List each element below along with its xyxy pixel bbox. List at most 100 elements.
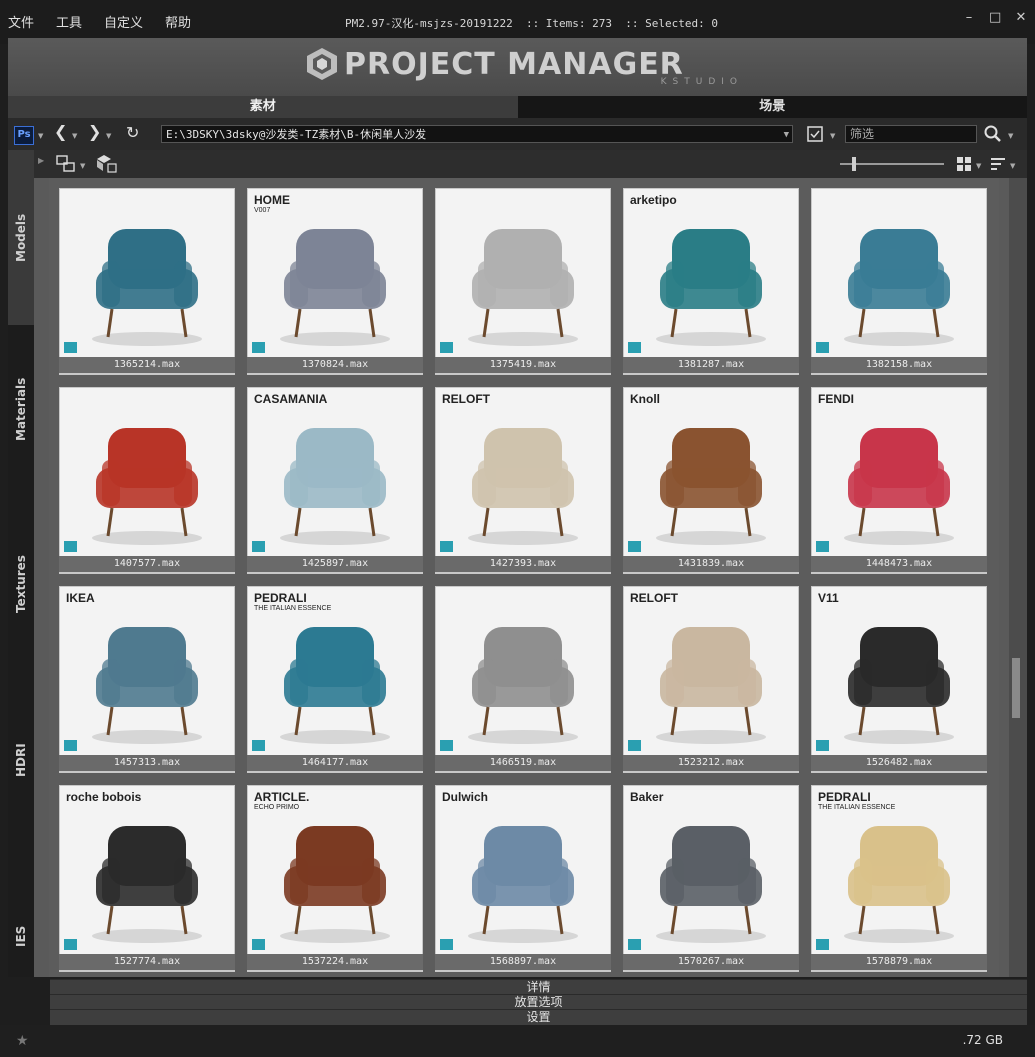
asset-thumbnail[interactable]: RELOFT [436, 388, 610, 556]
asset-card[interactable]: 1375419.max [435, 188, 611, 375]
sync-icon[interactable] [56, 155, 76, 173]
favorites-star-icon[interactable]: ★ [16, 1033, 29, 1049]
asset-card[interactable]: Baker 1570267.max [623, 785, 799, 972]
sidetab-textures[interactable]: Textures [8, 545, 34, 725]
panel-details[interactable]: 详情 [50, 979, 1027, 995]
close-icon[interactable]: ✕ [1015, 11, 1027, 24]
asset-thumbnail[interactable]: HOME V007 [248, 189, 422, 357]
asset-card[interactable]: IKEA 1457313.max [59, 586, 235, 773]
chair-illustration [656, 627, 766, 744]
back-dropdown-icon[interactable]: ▼ [72, 132, 77, 140]
asset-card[interactable]: roche bobois 1527774.max [59, 785, 235, 972]
maximize-icon[interactable]: □ [989, 11, 1001, 24]
photoshop-icon[interactable]: Ps [14, 126, 34, 145]
package-icon[interactable] [96, 154, 118, 174]
asset-thumbnail[interactable] [436, 587, 610, 755]
asset-thumbnail[interactable]: CASAMANIA [248, 388, 422, 556]
thumbnail-brand-label: Knoll [630, 392, 660, 406]
asset-thumbnail[interactable] [60, 189, 234, 357]
asset-card[interactable]: RELOFT 1523212.max [623, 586, 799, 773]
chair-illustration [92, 229, 202, 346]
asset-filename: 1526482.max [811, 755, 987, 771]
refresh-icon[interactable]: ↻ [126, 123, 139, 142]
zoom-slider[interactable] [840, 157, 944, 171]
minimize-icon[interactable]: – [963, 11, 975, 24]
max-file-icon [64, 541, 77, 552]
vertical-scrollbar[interactable] [1009, 178, 1027, 977]
search-icon[interactable] [984, 125, 1002, 143]
asset-thumbnail[interactable] [60, 388, 234, 556]
max-file-icon [64, 740, 77, 751]
asset-thumbnail[interactable]: PEDRALI THE ITALIAN ESSENCE [248, 587, 422, 755]
asset-card[interactable]: 1382158.max [811, 188, 987, 375]
menu-tools[interactable]: 工具 [56, 12, 82, 31]
asset-thumbnail[interactable]: Knoll [624, 388, 798, 556]
asset-thumbnail[interactable]: FENDI [812, 388, 986, 556]
asset-card[interactable]: ARTICLE. ECHO PRIMO 1537224.max [247, 785, 423, 972]
asset-thumbnail[interactable]: RELOFT [624, 587, 798, 755]
panel-settings[interactable]: 设置 [50, 1009, 1027, 1025]
panel-placement-options[interactable]: 放置选项 [50, 994, 1027, 1010]
grid-view-dropdown-icon[interactable]: ▼ [976, 162, 981, 170]
sync-dropdown-icon[interactable]: ▼ [80, 162, 85, 170]
search-dropdown-icon[interactable]: ▼ [1008, 132, 1013, 140]
asset-thumbnail[interactable]: ARTICLE. ECHO PRIMO [248, 786, 422, 954]
asset-filename: 1382158.max [811, 357, 987, 373]
asset-card[interactable]: PEDRALI THE ITALIAN ESSENCE 1464177.max [247, 586, 423, 773]
asset-card[interactable]: PEDRALI THE ITALIAN ESSENCE 1578879.max [811, 785, 987, 972]
scrollbar-thumb[interactable] [1012, 658, 1020, 718]
asset-thumbnail[interactable]: roche bobois [60, 786, 234, 954]
expand-arrow-icon[interactable]: ▶ [38, 156, 44, 165]
path-input[interactable]: E:\3DSKY\3dsky@沙发类-TZ素材\B-休闲单人沙发 ▼ [161, 125, 793, 143]
asset-filename: 1570267.max [623, 954, 799, 970]
asset-thumbnail[interactable]: Baker [624, 786, 798, 954]
asset-card[interactable]: Dulwich 1568897.max [435, 785, 611, 972]
asset-thumbnail[interactable] [436, 189, 610, 357]
asset-card[interactable]: CASAMANIA 1425897.max [247, 387, 423, 574]
max-file-icon [252, 342, 265, 353]
back-icon[interactable]: ❮ [54, 122, 67, 141]
asset-thumbnail[interactable]: PEDRALI THE ITALIAN ESSENCE [812, 786, 986, 954]
ps-dropdown-icon[interactable]: ▼ [38, 132, 43, 140]
sort-icon[interactable] [990, 156, 1006, 172]
tab-scenes[interactable]: 场景 [517, 96, 1027, 118]
asset-thumbnail[interactable]: arketipo [624, 189, 798, 357]
thumbnail-brand-label: V11 [818, 591, 839, 605]
thumbnail-brand-label: Baker [630, 790, 664, 804]
sidetab-ies[interactable]: IES [8, 875, 34, 977]
checklist-icon[interactable] [806, 125, 824, 143]
forward-icon[interactable]: ❯ [88, 122, 101, 141]
asset-card[interactable]: Knoll 1431839.max [623, 387, 799, 574]
sidetab-materials[interactable]: Materials [8, 325, 34, 545]
chair-illustration [468, 229, 578, 346]
asset-card[interactable]: 1466519.max [435, 586, 611, 773]
tab-assets[interactable]: 素材 [8, 96, 518, 118]
asset-card[interactable]: V11 1526482.max [811, 586, 987, 773]
asset-thumbnail[interactable]: V11 [812, 587, 986, 755]
grid-view-icon[interactable] [956, 156, 972, 172]
asset-card[interactable]: 1407577.max [59, 387, 235, 574]
asset-card[interactable]: FENDI 1448473.max [811, 387, 987, 574]
chair-illustration [92, 826, 202, 943]
path-dropdown-icon[interactable]: ▼ [784, 126, 789, 142]
asset-card[interactable]: 1365214.max [59, 188, 235, 375]
asset-thumbnail[interactable]: Dulwich [436, 786, 610, 954]
asset-thumbnail[interactable] [812, 189, 986, 357]
asset-card[interactable]: arketipo 1381287.max [623, 188, 799, 375]
sort-dropdown-icon[interactable]: ▼ [1010, 162, 1015, 170]
forward-dropdown-icon[interactable]: ▼ [106, 132, 111, 140]
filter-input[interactable]: 筛选 [845, 125, 977, 143]
asset-card[interactable]: RELOFT 1427393.max [435, 387, 611, 574]
thumbnail-brand-label: IKEA [66, 591, 95, 605]
menu-help[interactable]: 帮助 [165, 12, 191, 31]
chair-illustration [280, 627, 390, 744]
sidetab-hdri[interactable]: HDRI [8, 725, 34, 875]
checklist-dropdown-icon[interactable]: ▼ [830, 132, 835, 140]
sidetab-models[interactable]: Models [8, 150, 34, 325]
asset-thumbnail[interactable]: IKEA [60, 587, 234, 755]
menu-file[interactable]: 文件 [8, 12, 34, 31]
menu-customize[interactable]: 自定义 [104, 12, 143, 31]
zoom-slider-handle[interactable] [852, 157, 856, 171]
asset-card[interactable]: HOME V007 1370824.max [247, 188, 423, 375]
asset-grid: 1365214.max HOME V007 1370824.max 1375419.ma… [49, 178, 999, 977]
